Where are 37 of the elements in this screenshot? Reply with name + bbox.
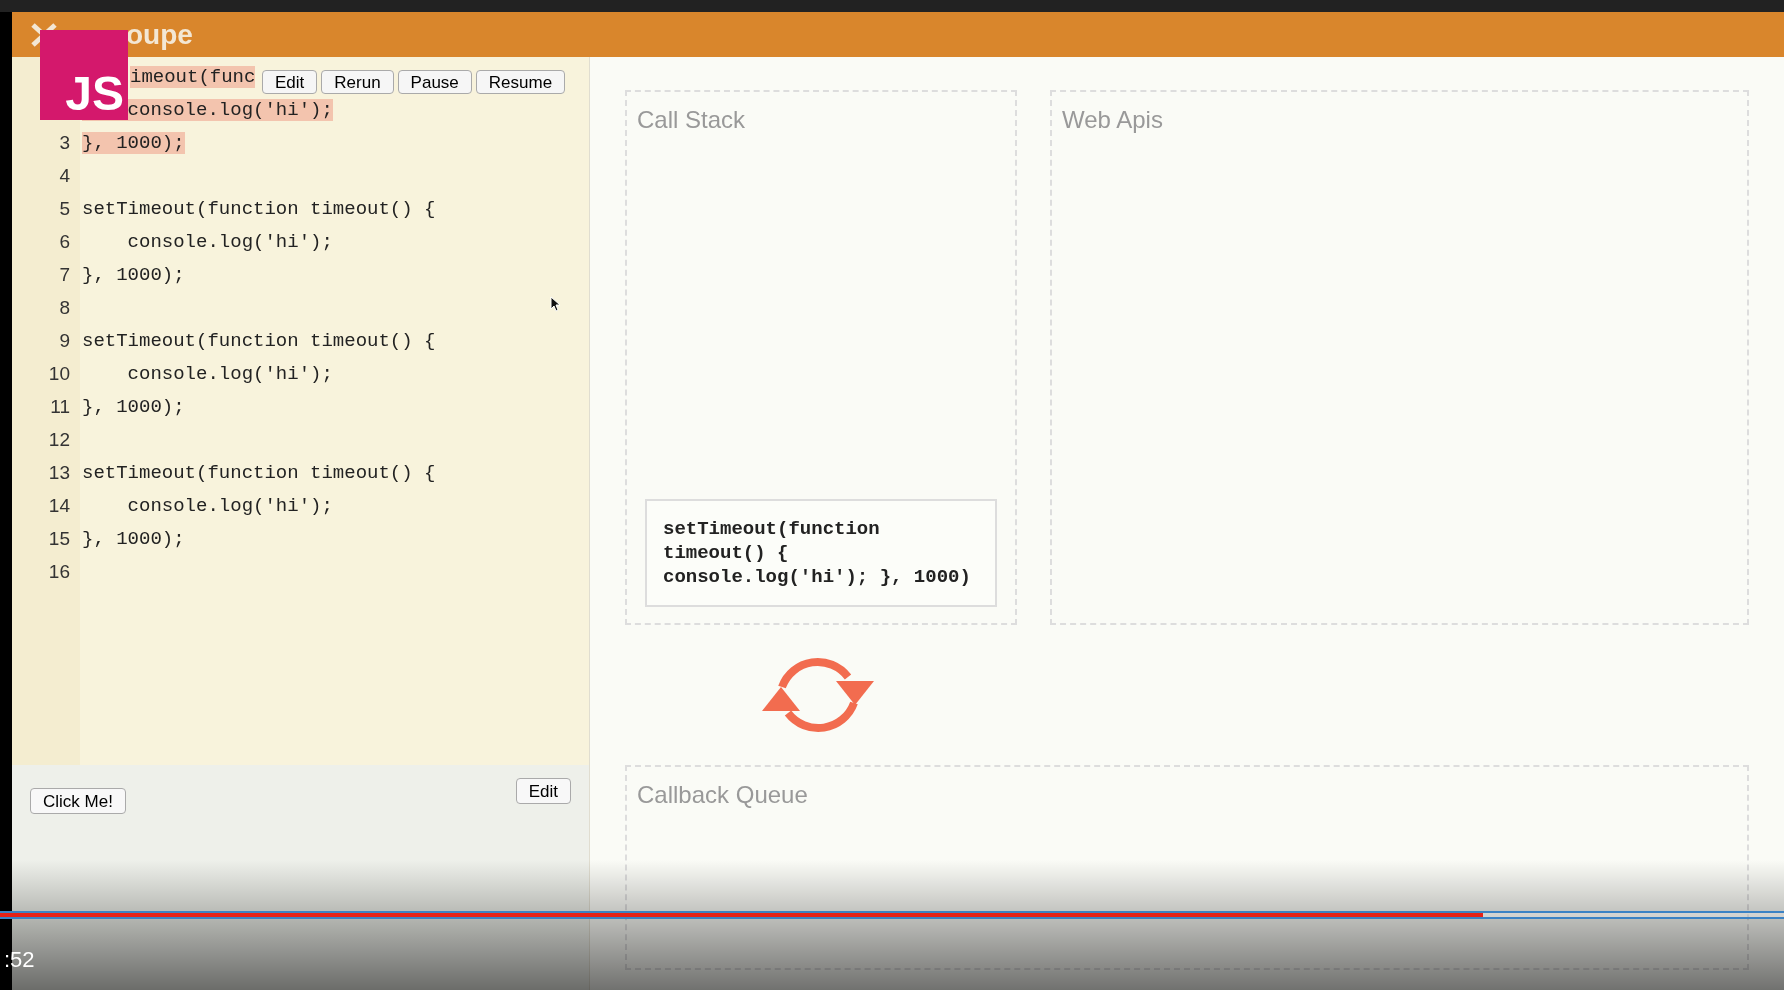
app-title: oupe [126,17,193,52]
line-number: 16 [48,560,70,585]
toolbar-button[interactable]: Edit [262,70,318,94]
line-number: 6 [59,230,70,255]
toolbar-button[interactable]: Rerun [321,70,394,94]
line-number: 8 [59,296,70,321]
line-number: 10 [48,362,70,387]
cursor-icon [550,296,560,312]
line-number: 4 [59,164,70,189]
code-line: console.log('hi'); [126,495,333,518]
code-line: console.log('hi'); [126,231,333,254]
edit-button[interactable]: Edit [515,778,571,804]
line-number: 9 [59,329,70,354]
line-number: 5 [59,197,70,222]
line-number: 7 [59,263,70,288]
code-line: }, 1000); [82,396,185,419]
toolbar-button[interactable]: Pause [397,70,472,94]
line-number: 15 [48,527,70,552]
line-number: 12 [48,428,70,453]
line-number: 11 [50,395,70,420]
toolbar-button[interactable]: Resume [475,70,566,94]
line-number: 14 [48,494,70,519]
video-progress-bar[interactable] [0,911,1784,919]
panel-title: Web Apis [1062,106,1163,133]
panel-title: Call Stack [637,105,747,135]
code-line: setTimeout(function timeout() { [82,198,436,221]
code-line: setTimeout(function timeout() { [82,330,436,353]
code-editor[interactable] [12,57,589,765]
code-line: setTimeout(function timeout() { [82,462,436,485]
click-me-button[interactable]: Click Me! [30,788,126,814]
code-line: }, 1000); [82,528,185,551]
line-number: 3 [59,131,70,156]
panel-title: Callback Queue [637,781,808,808]
stack-frame: setTimeout(function timeout() { console.log('hi'); }, 1000) [645,499,997,607]
line-number: 13 [48,461,70,486]
code-line: console.log('hi'); [126,363,333,386]
code-line: }, 1000); [82,264,185,287]
